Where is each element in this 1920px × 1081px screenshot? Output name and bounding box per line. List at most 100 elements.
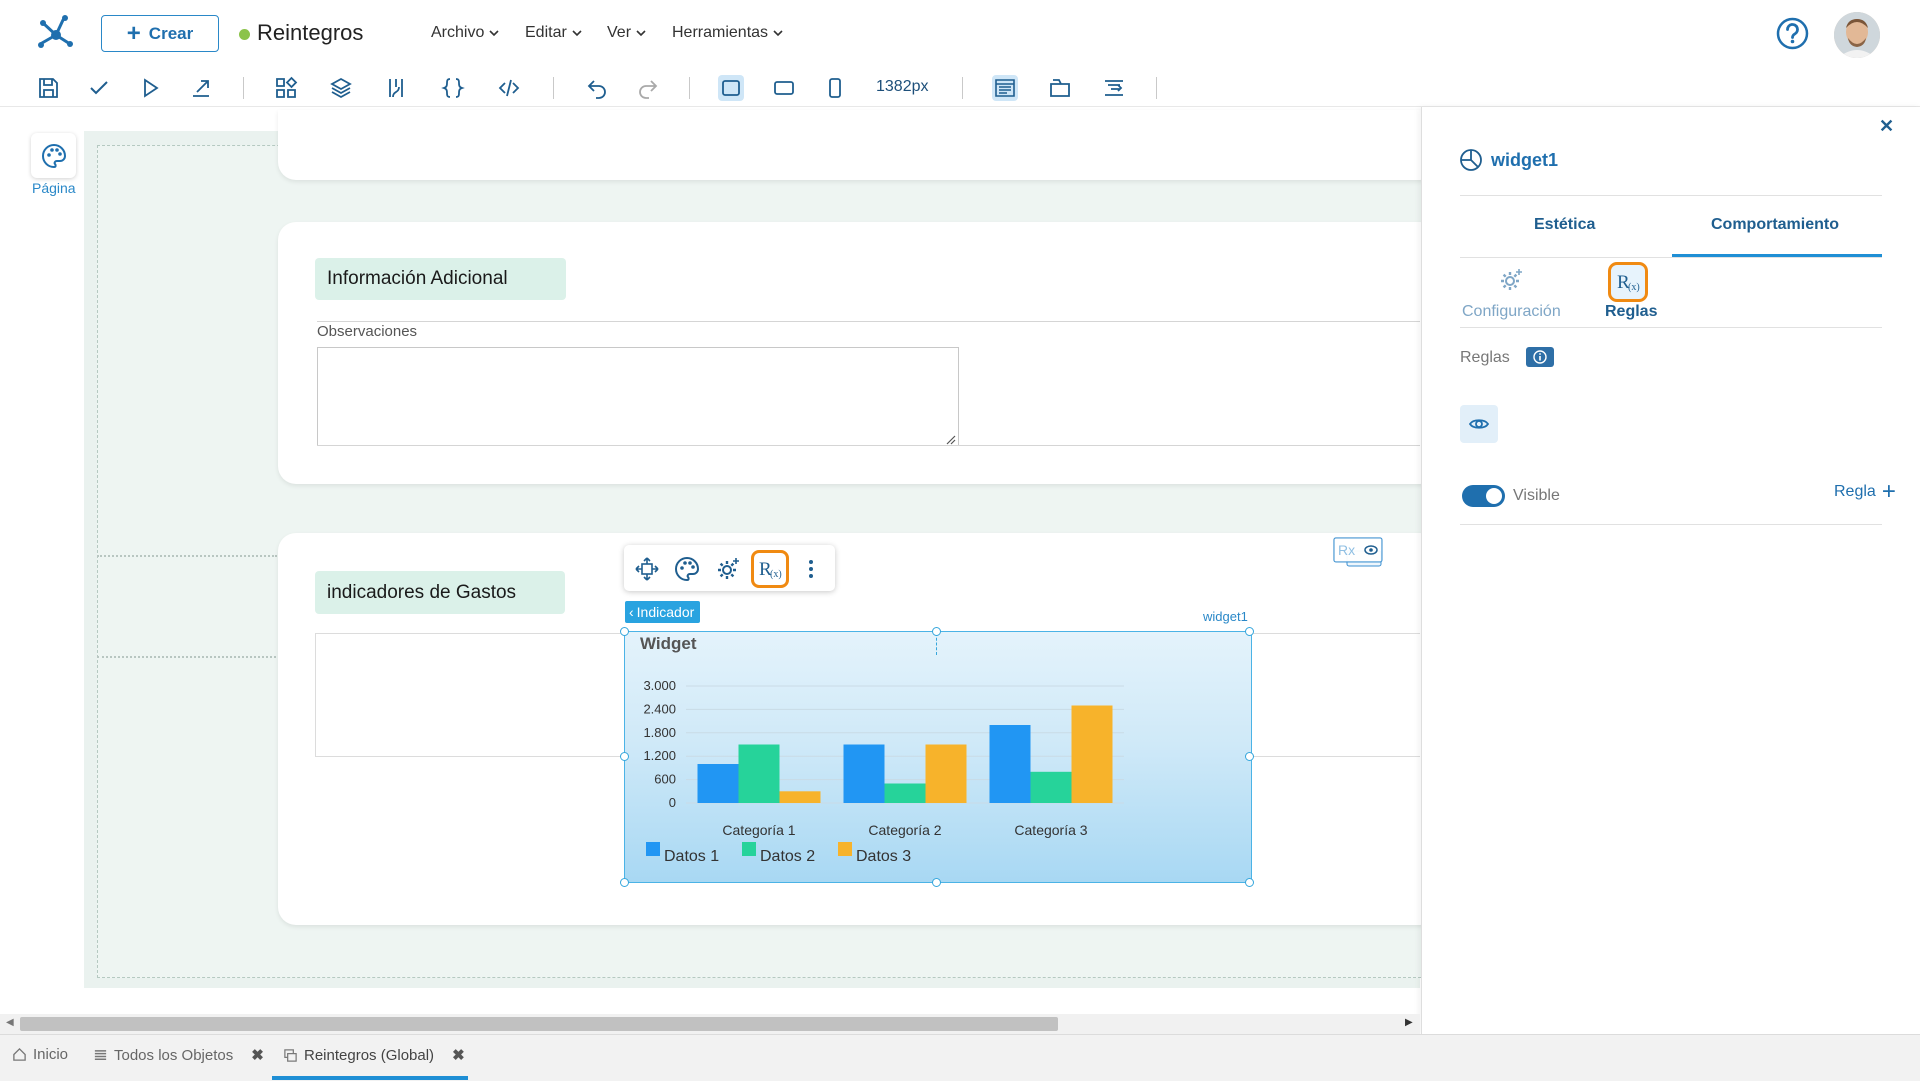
- app-logo-icon[interactable]: [35, 12, 77, 54]
- y-tick-label: 600: [654, 772, 676, 787]
- plus-icon: +: [126, 19, 141, 47]
- move-icon[interactable]: [631, 553, 663, 585]
- resize-handle[interactable]: [1245, 752, 1254, 761]
- publish-icon[interactable]: [188, 75, 214, 101]
- resize-handle[interactable]: [620, 878, 629, 887]
- chart-legend: Datos 1 Datos 2 Datos 3: [646, 842, 911, 865]
- bar-1-1: [697, 764, 739, 803]
- scrollbar-thumb[interactable]: [20, 1017, 1058, 1031]
- code-icon[interactable]: [496, 75, 522, 101]
- rule-visibility-badge[interactable]: Rx: [1333, 537, 1383, 567]
- bar-2-2: [884, 783, 926, 803]
- legend-label: Datos 1: [664, 848, 719, 865]
- help-icon[interactable]: [1776, 17, 1809, 50]
- create-button[interactable]: + Crear: [101, 15, 219, 52]
- resize-handle[interactable]: [932, 627, 941, 636]
- home-icon: [13, 1047, 26, 1061]
- field-divider: [317, 321, 1420, 322]
- scroll-left-arrow-icon[interactable]: ◀: [6, 1017, 14, 1028]
- plus-icon: +: [1881, 478, 1896, 505]
- y-tick-label: 2.400: [643, 701, 676, 716]
- save-icon[interactable]: [35, 75, 61, 101]
- bar-2-3: [1030, 771, 1072, 803]
- visibility-rule-button[interactable]: [1460, 405, 1498, 443]
- bottom-tab-reintegros[interactable]: Reintegros (Global) ✖: [283, 1046, 465, 1064]
- resize-handle[interactable]: [932, 878, 941, 887]
- settings-icon[interactable]: [712, 553, 744, 585]
- properties-panel: [1421, 107, 1920, 1034]
- desktop-view-icon[interactable]: [718, 75, 744, 101]
- rules-icon[interactable]: R (x): [1608, 262, 1648, 302]
- menu-editar[interactable]: Editar: [525, 24, 582, 42]
- toolbar-separator: [243, 77, 244, 99]
- field-divider: [317, 445, 1420, 446]
- check-icon[interactable]: [86, 75, 112, 101]
- x-axis-ticks: Categoría 1 Categoría 2 Categoría 3: [722, 822, 1087, 838]
- tab-divider: [1460, 257, 1882, 258]
- y-tick-label: 3.000: [643, 678, 676, 693]
- bar-3-3: [1071, 705, 1113, 803]
- braces-icon[interactable]: [440, 75, 466, 101]
- visible-toggle[interactable]: [1462, 485, 1505, 507]
- resize-handle[interactable]: [1245, 627, 1254, 636]
- tablet-view-icon[interactable]: [771, 75, 797, 101]
- more-options-icon[interactable]: [795, 553, 827, 585]
- align-icon[interactable]: [1101, 75, 1127, 101]
- info-icon[interactable]: [1526, 347, 1554, 367]
- page-style-button[interactable]: [31, 133, 76, 178]
- tab-comportamiento[interactable]: Comportamiento: [1711, 216, 1839, 234]
- parent-indicator-tag[interactable]: ‹ Indicador: [625, 601, 701, 623]
- section-title: indicadores de Gastos: [315, 571, 565, 614]
- observations-textarea[interactable]: [317, 347, 959, 446]
- menu-label: Ver: [607, 24, 632, 41]
- menu-ver[interactable]: Ver: [607, 24, 646, 42]
- chevron-down-icon: [572, 30, 582, 37]
- page-layout-icon[interactable]: [992, 75, 1018, 101]
- menu-archivo[interactable]: Archivo: [431, 24, 499, 42]
- widget-id-label: widget1: [1203, 609, 1248, 624]
- undo-icon[interactable]: [584, 75, 610, 101]
- widget-chart-icon: [1459, 148, 1483, 172]
- add-rule-button[interactable]: Regla +: [1834, 478, 1896, 505]
- y-axis-ticks: 0 600 1.200 1.800 2.400 3.000: [643, 678, 676, 810]
- subtab-reglas[interactable]: Reglas: [1605, 303, 1657, 321]
- document-title: Reintegros: [257, 20, 364, 45]
- mobile-view-icon[interactable]: [822, 75, 848, 101]
- chevron-down-icon: [489, 30, 499, 37]
- user-avatar[interactable]: [1834, 12, 1880, 58]
- close-tab-icon[interactable]: ✖: [251, 1046, 264, 1064]
- resize-handle[interactable]: [1245, 878, 1254, 887]
- chart-bars: [697, 705, 1113, 803]
- bar-1-3: [989, 725, 1031, 803]
- form-icon: [284, 1048, 297, 1062]
- close-tab-icon[interactable]: ✖: [452, 1046, 465, 1064]
- settings-icon[interactable]: [1498, 267, 1524, 293]
- legend-swatch: [646, 842, 660, 856]
- components-icon[interactable]: [273, 75, 299, 101]
- subtab-configuracion[interactable]: Configuración: [1462, 303, 1561, 321]
- resize-grip-icon[interactable]: [944, 432, 956, 445]
- visible-toggle-label: Visible: [1513, 487, 1560, 504]
- chevron-down-icon: [773, 30, 783, 37]
- layers-icon[interactable]: [328, 75, 354, 101]
- rules-icon[interactable]: R (x): [751, 550, 789, 588]
- chevron-down-icon: [636, 30, 646, 37]
- container-icon[interactable]: [1047, 75, 1073, 101]
- scroll-right-arrow-icon[interactable]: ▶: [1405, 1017, 1413, 1028]
- tab-estetica[interactable]: Estética: [1534, 216, 1595, 234]
- redo-icon[interactable]: [635, 75, 661, 101]
- play-icon[interactable]: [137, 75, 163, 101]
- active-tab-indicator: [272, 1076, 468, 1080]
- close-icon[interactable]: ✕: [1879, 116, 1894, 137]
- data-flow-icon[interactable]: [383, 75, 409, 101]
- bottom-tab-todos-los-objetos[interactable]: Todos los Objetos ✖: [93, 1046, 264, 1064]
- menu-herramientas[interactable]: Herramientas: [672, 24, 783, 42]
- resize-handle[interactable]: [620, 627, 629, 636]
- resize-handle[interactable]: [620, 752, 629, 761]
- bar-3-2: [925, 744, 967, 803]
- previous-section-card: [278, 110, 1438, 180]
- create-button-label: Crear: [148, 23, 194, 43]
- bar-1-2: [843, 744, 885, 803]
- bottom-tab-inicio[interactable]: Inicio: [12, 1046, 68, 1063]
- palette-icon[interactable]: [671, 553, 703, 585]
